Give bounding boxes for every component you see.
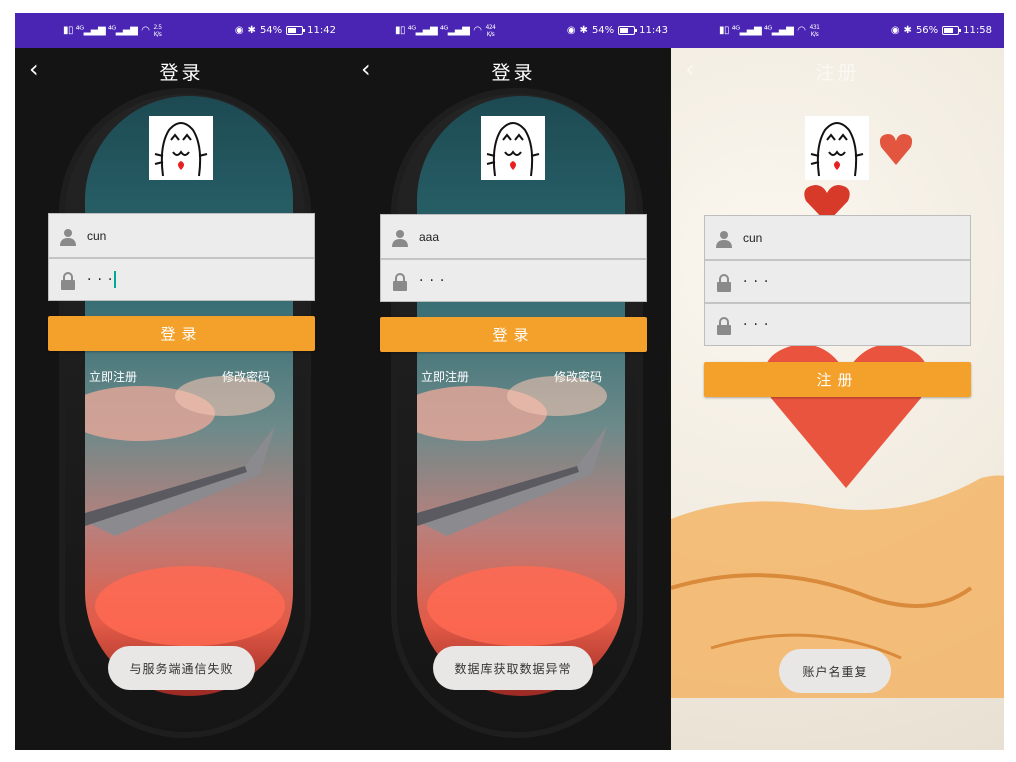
toast-message: 与服务端通信失败 — [108, 646, 255, 690]
user-icon — [715, 228, 733, 248]
avatar — [805, 116, 869, 180]
wifi-icon: ◠ — [797, 25, 806, 36]
lock-icon — [715, 315, 733, 335]
username-field[interactable]: cun — [705, 216, 970, 259]
password-value: ··· — [743, 273, 775, 290]
clock: 11:58 — [963, 25, 992, 36]
clock: 11:42 — [307, 25, 336, 36]
bluetooth-icon: ✱ — [903, 25, 912, 36]
lock-icon — [59, 270, 77, 290]
password-value: ··· — [419, 272, 451, 289]
window-view — [417, 96, 625, 696]
login-button[interactable]: 登录 — [380, 317, 647, 352]
login-screen-1: ▮▯ ⁴ᴳ▂▄▆ ⁴ᴳ▂▄▆ ◠ 2.5 K/s ◉ ✱ 54% 11:42 ‹ … — [15, 13, 348, 750]
eye-icon: ◉ — [890, 25, 900, 36]
toast-message: 数据库获取数据异常 — [433, 646, 593, 690]
eye-icon: ◉ — [566, 25, 576, 36]
bluetooth-icon: ✱ — [247, 25, 256, 36]
title-bar: ‹ 登录 — [15, 48, 348, 93]
password-field[interactable]: ··· — [381, 258, 646, 301]
status-bar: ▮▯ ⁴ᴳ▂▄▆ ⁴ᴳ▂▄▆ ◠ 424 K/s ◉ ✱ 54% 11:43 — [347, 13, 680, 48]
network-speed-unit: K/s — [810, 30, 819, 38]
window-view — [85, 96, 293, 696]
title-bar: ‹ 注册 — [671, 48, 1004, 93]
title-bar: ‹ 登录 — [347, 48, 680, 93]
avatar — [481, 116, 545, 180]
network-speed-unit: K/s — [486, 30, 495, 38]
network-speed-value: 2.5 — [153, 23, 163, 31]
user-icon — [59, 226, 77, 246]
battery-icon — [942, 26, 962, 35]
login-screen-2: ▮▯ ⁴ᴳ▂▄▆ ⁴ᴳ▂▄▆ ◠ 424 K/s ◉ ✱ 54% 11:43 ‹ … — [347, 13, 680, 750]
network-speed-value: 431 — [809, 23, 820, 31]
battery-percent: 54% — [591, 25, 615, 36]
confirm-password-value: ··· — [743, 316, 775, 333]
confirm-password-field[interactable]: ··· — [705, 302, 970, 345]
password-field[interactable]: ··· — [49, 257, 314, 300]
battery-percent: 54% — [259, 25, 283, 36]
username-value: cun — [87, 228, 107, 243]
username-field[interactable]: aaa — [381, 215, 646, 258]
signal-icon: ▮▯ ⁴ᴳ▂▄▆ ⁴ᴳ▂▄▆ — [63, 25, 138, 36]
password-field[interactable]: ··· — [705, 259, 970, 302]
page-title: 登录 — [491, 62, 536, 84]
wifi-icon: ◠ — [473, 25, 482, 36]
battery-percent: 56% — [915, 25, 939, 36]
lock-icon — [391, 271, 409, 291]
register-button[interactable]: 注册 — [704, 362, 971, 397]
page-title: 登录 — [159, 62, 204, 84]
network-speed-unit: K/s — [153, 30, 162, 38]
username-value: cun — [743, 230, 763, 245]
lock-icon — [715, 272, 733, 292]
avatar — [149, 116, 213, 180]
change-password-link[interactable]: 修改密码 — [554, 368, 602, 385]
bluetooth-icon: ✱ — [579, 25, 588, 36]
user-icon — [391, 227, 409, 247]
signal-icon: ▮▯ ⁴ᴳ▂▄▆ ⁴ᴳ▂▄▆ — [395, 25, 470, 36]
battery-icon — [286, 26, 306, 35]
login-button[interactable]: 登录 — [48, 316, 315, 351]
login-form: aaa ··· — [380, 214, 647, 302]
status-bar: ▮▯ ⁴ᴳ▂▄▆ ⁴ᴳ▂▄▆ ◠ 2.5 K/s ◉ ✱ 54% 11:42 — [15, 13, 348, 48]
login-form: cun ··· — [48, 213, 315, 301]
username-value: aaa — [419, 229, 440, 244]
network-speed-value: 424 — [485, 23, 496, 31]
page-title: 注册 — [815, 62, 860, 84]
signal-icon: ▮▯ ⁴ᴳ▂▄▆ ⁴ᴳ▂▄▆ — [719, 25, 794, 36]
change-password-link[interactable]: 修改密码 — [222, 368, 270, 385]
toast-message: 账户名重复 — [779, 649, 891, 693]
username-field[interactable]: cun — [49, 214, 314, 257]
text-cursor — [114, 271, 117, 288]
register-link[interactable]: 立即注册 — [89, 368, 137, 385]
register-link[interactable]: 立即注册 — [421, 368, 469, 385]
wifi-icon: ◠ — [141, 25, 150, 36]
register-form: cun ··· ··· — [704, 215, 971, 346]
eye-icon: ◉ — [234, 25, 244, 36]
battery-icon — [618, 26, 638, 35]
clock: 11:43 — [639, 25, 668, 36]
status-bar: ▮▯ ⁴ᴳ▂▄▆ ⁴ᴳ▂▄▆ ◠ 431 K/s ◉ ✱ 56% 11:58 — [671, 13, 1004, 48]
register-screen: ▮▯ ⁴ᴳ▂▄▆ ⁴ᴳ▂▄▆ ◠ 431 K/s ◉ ✱ 56% 11:58 ‹ … — [671, 13, 1004, 750]
